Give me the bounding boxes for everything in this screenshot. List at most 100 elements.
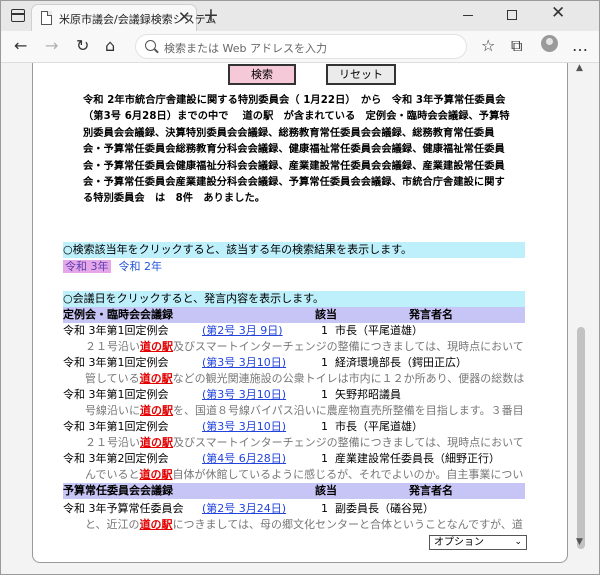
hit-count: 1 <box>321 356 328 369</box>
options-select-value: オプション <box>434 537 484 548</box>
scroll-up-icon[interactable]: ▲ <box>576 63 583 73</box>
keyword-highlight: 道の駅 <box>139 518 173 531</box>
table-header-plenary: 定例会・臨時会会議録 該当 発言者名 <box>63 307 525 323</box>
page-viewport: 検索 リセット 令和 2年市統合庁舎建設に関する特別委員会（ 1月22日） から… <box>32 63 568 551</box>
result-snippet: 管している道の駅などの観光関連施設の公衆トイレは市内に１２か所あり、便器の総数は <box>63 371 525 387</box>
meeting-date-link[interactable]: (第3号 3月10日) <box>202 387 286 403</box>
viewport-bottom-edge <box>32 551 568 563</box>
speaker-name: 副委員長（礒谷晃） <box>335 502 434 515</box>
keyword-highlight: 道の駅 <box>139 468 173 481</box>
snippet-text: 及びスマートインターチェンジの整備につきましては、現時点において <box>173 436 524 449</box>
meeting-name: 令和 3年第2回定例会 <box>63 452 169 465</box>
result-row: 令和 3年第2回定例会 (第4号 6月28日) 1 産業建設常任委員長（細野正行… <box>63 451 525 467</box>
table-header-budget: 予算常任委員会会議録 該当 発言者名 <box>63 483 525 499</box>
snippet-text: ２１号沿い <box>85 340 140 353</box>
keyword-highlight: 道の駅 <box>140 404 173 417</box>
hit-count: 1 <box>321 324 328 337</box>
snippet-text: を、国道８号線バイパス沿いに農産物直売所整備を目指します。３番目 <box>173 404 524 417</box>
new-tab-icon[interactable]: + <box>203 5 219 25</box>
meeting-name: 令和 3年第1回定例会 <box>63 420 169 433</box>
result-snippet: ２１号沿い道の駅及びスマートインターチェンジの整備につきましては、現時点において <box>63 435 525 451</box>
hit-count: 1 <box>321 388 328 401</box>
year-link-r2[interactable]: 令和 2年 <box>119 260 163 273</box>
result-row: 令和 3年予算常任委員会 (第2号 3月24日) 1 副委員長（礒谷晃） <box>63 501 525 517</box>
tab-strip: 米原市議会/会議録検索システム ✕ + ✕ <box>1 1 599 31</box>
year-links: 令和 3年 令和 2年 <box>63 259 162 275</box>
snippet-text: 自体が休館しているように感じるが、それでよいのか。自主事業につい <box>172 468 524 481</box>
result-row: 令和 3年第1回定例会 (第3号 3月10日) 1 矢野邦昭議員 <box>63 387 525 403</box>
minimize-icon[interactable] <box>463 15 473 16</box>
meeting-date-link[interactable]: (第3号 3月10日) <box>202 419 286 435</box>
meeting-name: 令和 3年第1回定例会 <box>63 356 169 369</box>
tab-title: 米原市議会/会議録検索システム <box>59 13 217 26</box>
hit-count: 1 <box>321 452 328 465</box>
browser-toolbar: ← → ↻ ⌂ 検索または Web アドレスを入力 ☆ ⧉ … <box>1 31 599 63</box>
speaker-name: 市長（平尾道雄） <box>335 324 423 337</box>
snippet-text: 及びスマートインターチェンジの整備につきましては、現時点において <box>173 340 524 353</box>
keyword-highlight: 道の駅 <box>140 436 173 449</box>
column-header-meeting: 予算常任委員会会議録 <box>63 484 173 497</box>
year-link-r3[interactable]: 令和 3年 <box>63 260 111 273</box>
result-row: 令和 3年第1回定例会 (第3号 3月10日) 1 市長（平尾道雄） <box>63 419 525 435</box>
result-row: 令和 3年第1回定例会 (第2号 3月 9日) 1 市長（平尾道雄） <box>63 323 525 339</box>
meeting-section-header: ○会議日をクリックすると、発言内容を表示します。 <box>63 291 525 307</box>
meeting-name: 令和 3年予算常任委員会 <box>63 502 184 515</box>
hit-count: 1 <box>321 502 328 515</box>
column-header-speaker: 発言者名 <box>409 484 453 497</box>
home-icon[interactable]: ⌂ <box>105 37 115 55</box>
address-placeholder: 検索または Web アドレスを入力 <box>164 42 327 55</box>
meeting-name: 令和 3年第1回定例会 <box>63 388 169 401</box>
window-close-icon[interactable]: ✕ <box>551 4 565 22</box>
hit-count: 1 <box>321 420 328 433</box>
result-snippet: ２１号沿い道の駅及びスマートインターチェンジの整備につきましては、現時点において <box>63 339 525 355</box>
reset-button[interactable]: リセット <box>326 64 396 85</box>
snippet-text: んでいると <box>85 468 140 481</box>
options-select[interactable]: オプション ⌄ <box>429 535 527 550</box>
scrollbar-thumb[interactable] <box>577 327 585 549</box>
keyword-highlight: 道の駅 <box>139 372 173 385</box>
meeting-date-link[interactable]: (第3号 3月10日) <box>202 355 286 371</box>
result-snippet: んでいると道の駅自体が休館しているように感じるが、それでよいのか。自主事業につい <box>63 467 525 483</box>
speaker-name: 経済環境部長（鍔田正広） <box>335 356 467 369</box>
profile-avatar[interactable] <box>541 35 558 52</box>
meeting-date-link[interactable]: (第4号 6月28日) <box>202 451 286 467</box>
refresh-icon[interactable]: ↻ <box>76 37 89 55</box>
keyword-highlight: 道の駅 <box>140 340 173 353</box>
browser-window: 米原市議会/会議録検索システム ✕ + ✕ ← → ↻ ⌂ 検索または Web … <box>0 0 600 575</box>
result-snippet: と、近江の道の駅につきましては、母の郷文化センターと合体ということなんですが、道 <box>63 517 525 533</box>
result-row: 令和 3年第1回定例会 (第3号 3月10日) 1 経済環境部長（鍔田正広） <box>63 355 525 371</box>
column-header-speaker: 発言者名 <box>409 308 453 321</box>
favorite-star-icon[interactable]: ☆ <box>481 37 495 55</box>
column-header-meeting: 定例会・臨時会会議録 <box>63 308 173 321</box>
back-icon[interactable]: ← <box>14 37 27 55</box>
snippet-text: と、近江の <box>85 518 140 531</box>
page-scrollbar[interactable]: ▲ ▼ <box>574 63 588 551</box>
meeting-name: 令和 3年第1回定例会 <box>63 324 169 337</box>
snippet-text: 号線沿いに <box>85 404 140 417</box>
page-favicon-icon <box>41 11 52 25</box>
snippet-text: などの観光関連施設の公衆トイレは市内に１２か所あり、便器の総数は <box>172 372 525 385</box>
chevron-down-icon: ⌄ <box>514 537 522 547</box>
speaker-name: 市長（平尾道雄） <box>335 420 423 433</box>
browser-tab[interactable]: 米原市議会/会議録検索システム ✕ <box>31 4 216 31</box>
snippet-text: 管している <box>85 372 140 385</box>
search-icon <box>145 40 156 51</box>
snippet-text: ２１号沿い <box>85 436 140 449</box>
speaker-name: 矢野邦昭議員 <box>335 388 401 401</box>
result-snippet: 号線沿いに道の駅を、国道８号線バイパス沿いに農産物直売所整備を目指します。３番目 <box>63 403 525 419</box>
collections-icon[interactable]: ⧉ <box>511 37 522 55</box>
address-bar[interactable]: 検索または Web アドレスを入力 <box>135 34 467 59</box>
search-button[interactable]: 検索 <box>228 64 296 85</box>
maximize-icon[interactable] <box>507 10 517 20</box>
window-menu-icon[interactable] <box>11 9 25 22</box>
column-header-date: 該当 <box>315 308 337 321</box>
tab-close-icon[interactable]: ✕ <box>178 9 191 25</box>
meeting-date-link[interactable]: (第2号 3月 9日) <box>202 323 283 339</box>
snippet-text: につきましては、母の郷文化センターと合体ということなんですが、道 <box>172 518 523 531</box>
forward-icon[interactable]: → <box>45 37 58 55</box>
meeting-date-link[interactable]: (第2号 3月24日) <box>202 501 286 517</box>
column-header-date: 該当 <box>315 484 337 497</box>
scroll-down-icon[interactable]: ▼ <box>576 537 583 547</box>
year-section-header: ○検索該当年をクリックすると、該当する年の検索結果を表示します。 <box>63 242 525 258</box>
more-menu-icon[interactable]: … <box>572 37 588 55</box>
